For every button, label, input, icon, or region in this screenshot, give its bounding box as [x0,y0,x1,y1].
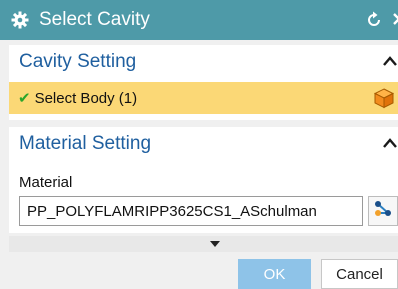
select-body-label: Select Body (1) [34,89,138,107]
dialog-title: Select Cavity [39,9,150,30]
select-body-row[interactable]: ✔ Select Body (1) [9,82,398,114]
cube-icon[interactable] [373,87,395,109]
close-icon[interactable] [392,9,398,29]
collapse-icon[interactable] [382,136,398,152]
material-label: Material [19,174,73,191]
cavity-setting-group: Cavity Setting ✔ Select Body (1) [9,45,398,120]
material-setting-title: Material Setting [19,133,152,154]
more-options-toggle[interactable] [9,236,398,252]
reset-icon[interactable] [364,10,384,30]
material-field[interactable]: PP_POLYFLAMRIPP3625CS1_ASchulman [19,196,363,226]
material-setting-group: Material Setting Material PP_POLYFLAMRIP… [9,127,398,233]
cancel-button[interactable]: Cancel [321,259,398,289]
checkmark-icon: ✔ [18,90,31,107]
cavity-setting-title: Cavity Setting [19,51,137,72]
material-browse-button[interactable] [368,196,398,226]
material-value: PP_POLYFLAMRIPP3625CS1_ASchulman [27,202,317,220]
collapse-icon[interactable] [382,54,398,70]
cavity-setting-header[interactable]: Cavity Setting [9,45,398,79]
material-browse-icon [373,199,393,224]
ok-button[interactable]: OK [238,259,311,289]
dialog-title-bar: Select Cavity [0,0,398,40]
gear-icon [10,10,30,30]
material-setting-header[interactable]: Material Setting [9,127,398,161]
expand-arrow-icon [210,241,220,247]
